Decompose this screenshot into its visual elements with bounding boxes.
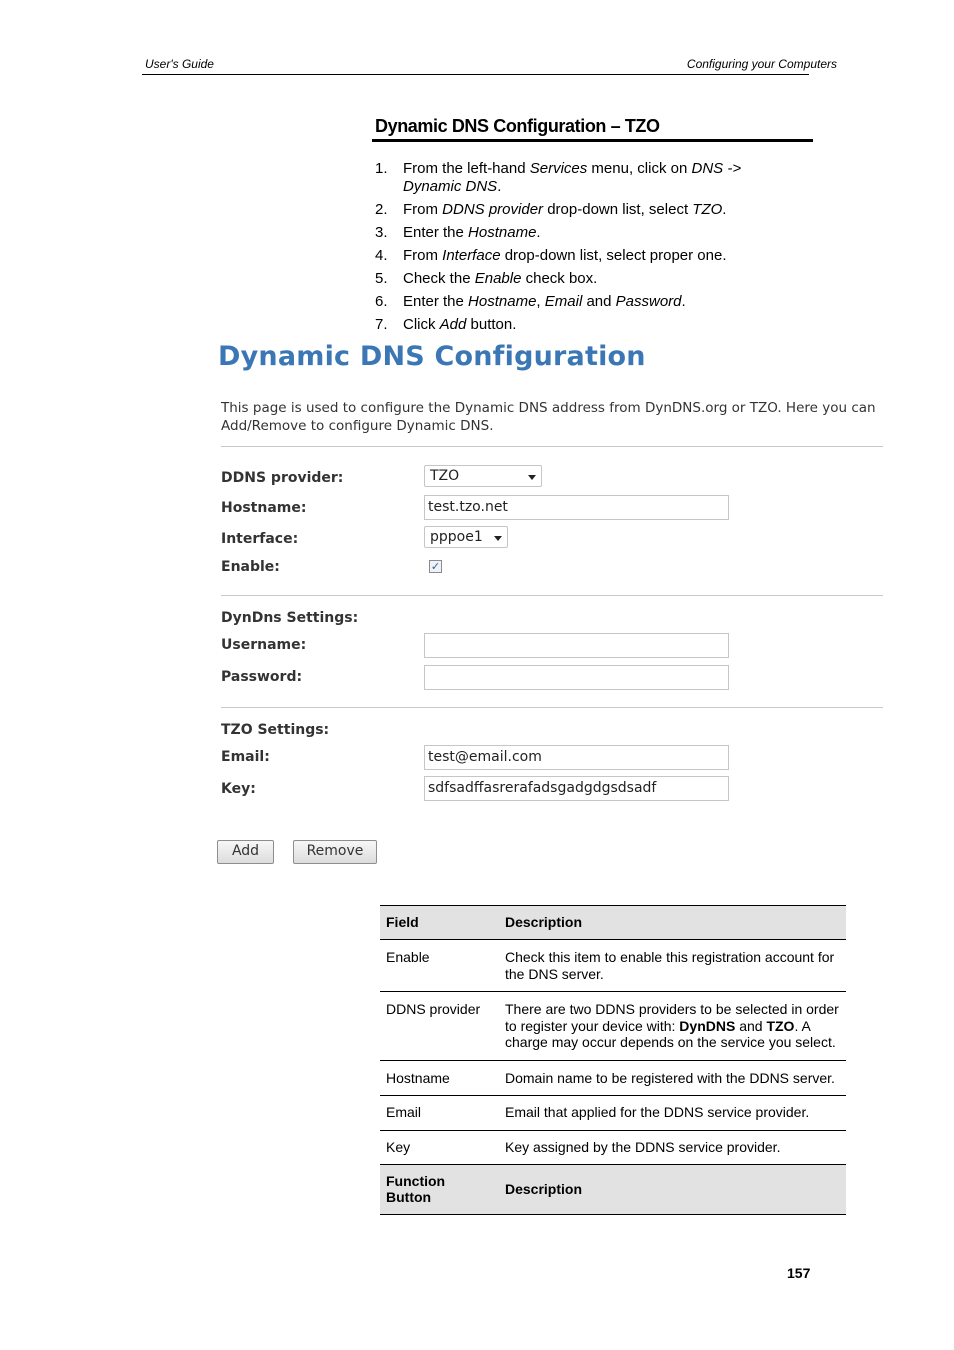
table-footer-row: Function Button Description [380,1164,846,1215]
step-item: 7. Click Add button. [375,316,795,334]
column-header-description: Description [499,905,846,940]
ui-page-title: Dynamic DNS Configuration [218,341,646,372]
step-text: Check the Enable check box. [403,270,598,287]
header-rule [142,74,809,75]
step-text: From DDNS provider drop-down list, selec… [403,201,727,218]
email-label: Email: [221,749,270,765]
step-text: Enter the Hostname, Email and Password. [403,293,686,310]
step-item: 6. Enter the Hostname, Email and Passwor… [375,293,795,311]
username-input[interactable] [424,633,729,658]
enable-label: Enable: [221,559,280,575]
step-text: From the left-hand Services menu, click … [403,160,742,195]
chevron-down-icon [528,475,536,480]
divider [221,595,883,596]
tzo-settings-label: TZO Settings: [221,722,330,738]
step-number: 3. [375,224,388,241]
step-item: 1. From the left-hand Services menu, cli… [375,160,795,196]
table-row: DDNS provider There are two DDNS provide… [380,991,846,1061]
chevron-down-icon [494,536,502,541]
field-description-table: Field Description Enable Check this item… [380,905,846,1215]
step-number: 4. [375,247,388,264]
table-row: Hostname Domain name to be registered wi… [380,1060,846,1096]
page-number: 157 [787,1265,811,1281]
ddns-provider-value: TZO [430,468,460,484]
email-input[interactable]: test@email.com [424,745,729,770]
enable-checkbox[interactable]: ✓ [429,560,442,573]
step-number: 5. [375,270,388,287]
field-cell: Hostname [380,1060,499,1096]
step-text: From Interface drop-down list, select pr… [403,247,727,264]
step-item: 4. From Interface drop-down list, select… [375,247,795,265]
hostname-label: Hostname: [221,500,307,516]
step-text: Enter the Hostname. [403,224,541,241]
key-input[interactable]: sdfsadffasrerafadsgadgdgsdsadf [424,776,729,801]
step-number: 2. [375,201,388,218]
table-row: Enable Check this item to enable this re… [380,939,846,992]
field-cell: DDNS provider [380,991,499,1061]
step-item: 2. From DDNS provider drop-down list, se… [375,201,795,219]
step-item: 5. Check the Enable check box. [375,270,795,288]
column-header-description: Description [499,1164,846,1215]
step-number: 7. [375,316,388,333]
divider [221,446,883,447]
step-text: Click Add button. [403,316,517,333]
dyndns-settings-label: DynDns Settings: [221,610,359,626]
interface-value: pppoe1 [430,529,483,545]
ddns-provider-select[interactable]: TZO [424,465,542,487]
key-label: Key: [221,781,256,797]
table-header-row: Field Description [380,905,846,940]
header-right: Configuring your Computers [686,57,837,71]
section-title: Dynamic DNS Configuration – TZO [375,116,660,136]
interface-label: Interface: [221,531,299,547]
interface-select[interactable]: pppoe1 [424,526,508,548]
header-left: User's Guide [145,57,214,71]
description-cell: There are two DDNS providers to be selec… [499,991,846,1061]
remove-button[interactable]: Remove [293,840,377,864]
checkmark-icon: ✓ [430,560,441,573]
description-cell: Key assigned by the DDNS service provide… [499,1130,846,1165]
step-item: 3. Enter the Hostname. [375,224,795,242]
description-cell: Check this item to enable this registrat… [499,939,846,992]
field-cell: Email [380,1095,499,1131]
table-row: Email Email that applied for the DDNS se… [380,1095,846,1131]
table-row: Key Key assigned by the DDNS service pro… [380,1130,846,1165]
column-header-function-button: Function Button [380,1164,499,1215]
divider [221,707,883,708]
field-cell: Enable [380,939,499,992]
hostname-input[interactable]: test.tzo.net [424,495,729,520]
ddns-provider-label: DDNS provider: [221,470,344,486]
ui-page-description: This page is used to configure the Dynam… [221,400,876,434]
password-input[interactable] [424,665,729,690]
step-number: 1. [375,160,388,177]
section-title-rule [372,139,813,142]
field-cell: Key [380,1130,499,1165]
steps-list: 1. From the left-hand Services menu, cli… [375,160,795,339]
username-label: Username: [221,637,307,653]
description-cell: Email that applied for the DDNS service … [499,1095,846,1131]
column-header-field: Field [380,905,499,940]
password-label: Password: [221,669,303,685]
step-number: 6. [375,293,388,310]
description-cell: Domain name to be registered with the DD… [499,1060,846,1096]
add-button[interactable]: Add [217,840,274,864]
